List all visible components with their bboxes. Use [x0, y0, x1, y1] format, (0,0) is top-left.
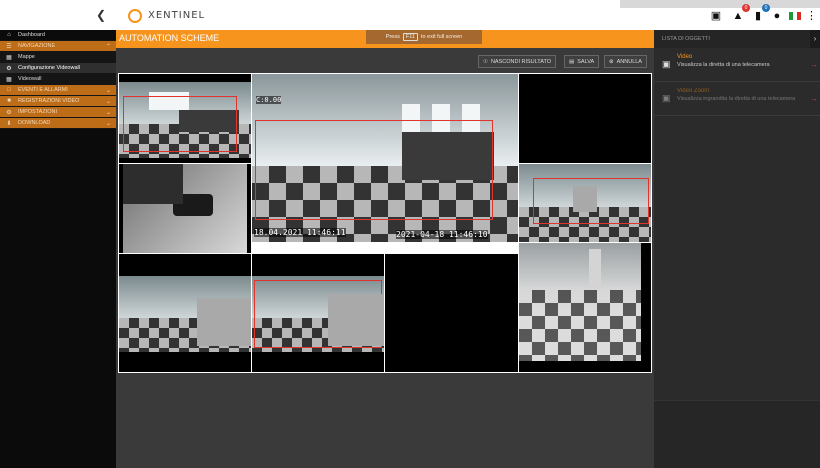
cancel-icon: ⊗: [609, 58, 614, 65]
objects-panel-title: LISTA DI OGGETTI: [654, 30, 820, 48]
save-label: SALVA: [577, 58, 595, 65]
save-icon: ▤: [569, 58, 575, 65]
save-button[interactable]: ▤ SALVA: [564, 55, 600, 68]
sidebar-item-label: DOWNLOAD: [18, 120, 51, 126]
top-bar: ❮ XENTINEL ▣ ▲ 0 ▮ 0 ● ⋮⋮: [0, 0, 820, 30]
exit-fullscreen-prefix: Press: [385, 34, 400, 40]
logo-icon: [128, 9, 142, 23]
camera-feed: [123, 164, 247, 253]
sitemap-icon: ☰: [6, 43, 12, 50]
object-item-name: Video Zoom: [677, 88, 710, 94]
sidebar-item-registrazioni-video[interactable]: ■ REGISTRAZIONI VIDEO ⌄: [0, 96, 116, 107]
bell-icon[interactable]: ▲ 0: [731, 4, 750, 23]
video-cell[interactable]: [519, 164, 651, 242]
top-gray-strip: [620, 0, 820, 8]
camera-feed: [252, 276, 384, 352]
bell-badge: 0: [742, 4, 750, 12]
chevron-up-icon: ⌃: [105, 43, 111, 50]
sidebar-item-download[interactable]: ⬇ DOWNLOAD ⌄: [0, 118, 116, 129]
sidebar-item-label: EVENTI E ALLARMI: [18, 87, 68, 93]
sidebar-item-label: Dashboard: [18, 32, 45, 38]
hide-result-label: NASCONDI RISULTATO: [490, 58, 552, 65]
download-icon: ⬇: [6, 120, 12, 127]
object-item-desc: Visualizza ingrandita la diretta di una …: [677, 96, 796, 102]
sidebar-item-label: NAVIGAZIONE: [18, 43, 56, 49]
camera-feed: [119, 276, 251, 352]
sidebar-item-configurazione-videowall[interactable]: ⚙ Configurazione Videowall: [0, 63, 116, 74]
sidebar-item-label: Mappe: [18, 54, 35, 60]
camera-feed: [519, 164, 651, 242]
chevron-down-icon: ⌄: [105, 120, 111, 127]
stop-icon: ■: [7, 98, 11, 104]
exit-fullscreen-notice: Press F11 to exit full screen: [366, 30, 482, 44]
camera-feed: [519, 243, 641, 361]
video-cell[interactable]: [119, 164, 251, 253]
exit-fullscreen-suffix: to exit full screen: [420, 34, 463, 40]
camera-icon: ▣: [662, 93, 671, 103]
camera-icon[interactable]: ▣: [709, 9, 723, 23]
video-cell[interactable]: [119, 254, 251, 372]
settings-icon: ⚙: [6, 65, 12, 72]
sidebar-item-label: IMPOSTAZIONI: [18, 109, 58, 115]
user-icon[interactable]: ●: [770, 9, 784, 23]
cancel-label: ANNULLA: [616, 58, 642, 65]
chevron-down-icon: ⌄: [105, 109, 111, 116]
video-cell[interactable]: [519, 243, 651, 372]
sidebar-item-label: Videowall: [18, 76, 42, 82]
chevron-down-icon: ⌄: [105, 98, 111, 105]
arrow-right-icon[interactable]: →: [810, 60, 818, 69]
page-title: AUTOMATION SCHEME: [119, 33, 220, 43]
flag-icon[interactable]: [789, 12, 801, 20]
chevron-right-icon[interactable]: ›: [810, 30, 820, 48]
exit-fullscreen-key: F11: [402, 33, 418, 41]
logo-text: XENTINEL: [148, 10, 206, 21]
object-item-video-zoom[interactable]: ▣ Video Zoom Visualizza ingrandita la di…: [654, 82, 820, 116]
object-item-video[interactable]: ▣ Video Visualizza la diretta di una tel…: [654, 48, 820, 82]
sidebar-item-label: Configurazione Videowall: [18, 65, 80, 71]
sidebar-item-impostazioni[interactable]: ⚙ IMPOSTAZIONI ⌄: [0, 107, 116, 118]
camera-icon: ▣: [662, 59, 671, 69]
video-cell[interactable]: [119, 74, 251, 163]
object-item-desc: Visualizza la diretta di una telecamera: [677, 62, 770, 68]
grid-icon: ▦: [6, 76, 12, 83]
grid-icon[interactable]: ⋮⋮: [806, 9, 820, 23]
sidebar-item-videowall[interactable]: ▦ Videowall: [0, 74, 116, 85]
video-cell[interactable]: C:0.00 18.04.2021 11:46:11 2021-04-18 11…: [252, 74, 518, 242]
chevron-down-icon: ⌄: [105, 87, 111, 94]
chevron-left-icon[interactable]: ❮: [96, 8, 106, 22]
camera-feed: C:0.00 18.04.2021 11:46:11 2021-04-18 11…: [252, 74, 518, 242]
map-icon: ▦: [6, 54, 12, 61]
object-item-name: Video: [677, 54, 693, 60]
sidebar-item-mappe[interactable]: ▦ Mappe: [0, 52, 116, 63]
sidebar-item-eventi-allarmi[interactable]: □ EVENTI E ALLARMI ⌄: [0, 85, 116, 96]
timestamp-right: 2021-04-18 11:46:10: [396, 230, 488, 239]
home-icon: ⌂: [7, 32, 11, 38]
panel-footer: [654, 400, 820, 468]
camera-feed: [119, 82, 251, 158]
videowall-grid: C:0.00 18.04.2021 11:46:11 2021-04-18 11…: [118, 73, 652, 373]
file-icon: □: [7, 87, 11, 93]
document-badge: 0: [762, 4, 770, 12]
eye-slash-icon: ☉: [483, 58, 488, 65]
objects-panel: LISTA DI OGGETTI › ▣ Video Visualizza la…: [654, 30, 820, 468]
overlay-text: C:0.00: [256, 96, 282, 104]
sidebar-item-dashboard[interactable]: ⌂ Dashboard: [0, 30, 116, 41]
gears-icon: ⚙: [6, 109, 12, 116]
timestamp-left: 18.04.2021 11:46:11: [254, 228, 346, 237]
cancel-button[interactable]: ⊗ ANNULLA: [604, 55, 647, 68]
video-cell[interactable]: [252, 254, 384, 372]
document-icon[interactable]: ▮ 0: [751, 4, 770, 23]
sidebar-item-navigazione[interactable]: ☰ NAVIGAZIONE ⌃: [0, 41, 116, 52]
arrow-right-icon[interactable]: →: [810, 94, 818, 103]
video-cell[interactable]: [519, 74, 651, 163]
video-cell[interactable]: [385, 254, 518, 372]
sidebar: ⌂ Dashboard ☰ NAVIGAZIONE ⌃ ▦ Mappe ⚙ Co…: [0, 30, 116, 468]
hide-result-button[interactable]: ☉ NASCONDI RISULTATO: [478, 55, 557, 68]
sidebar-item-label: REGISTRAZIONI VIDEO: [18, 98, 80, 104]
